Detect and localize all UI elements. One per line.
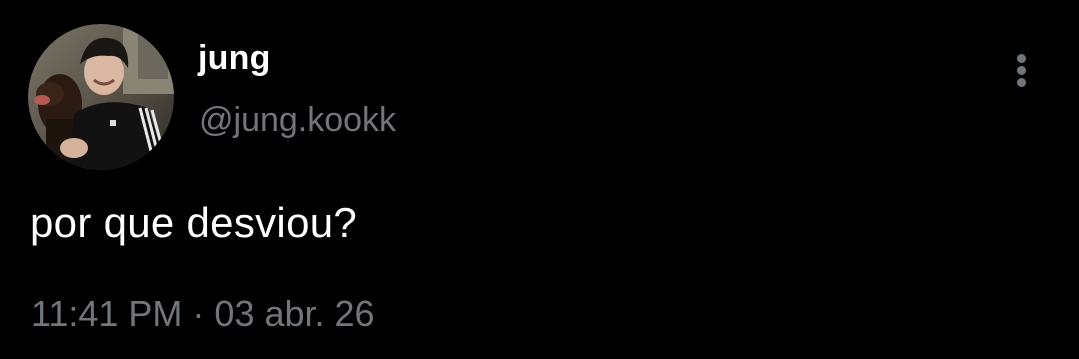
avatar-photo <box>28 24 174 170</box>
avatar[interactable] <box>28 24 174 170</box>
more-options-button[interactable] <box>1002 48 1042 92</box>
tweet-time: 11:41 PM <box>31 293 183 334</box>
tweet-text: por que desviou? <box>30 199 358 246</box>
display-name[interactable]: jung <box>198 38 271 78</box>
user-handle[interactable]: @jung.kookk <box>199 100 396 140</box>
tweet-timestamp[interactable]: 11:41 PM · 03 abr. 26 <box>31 292 375 336</box>
meta-separator: · <box>192 293 205 334</box>
tweet-card: jung @jung.kookk por que desviou? 11:41 … <box>0 0 1079 359</box>
tweet-date: 03 abr. 26 <box>214 293 375 334</box>
